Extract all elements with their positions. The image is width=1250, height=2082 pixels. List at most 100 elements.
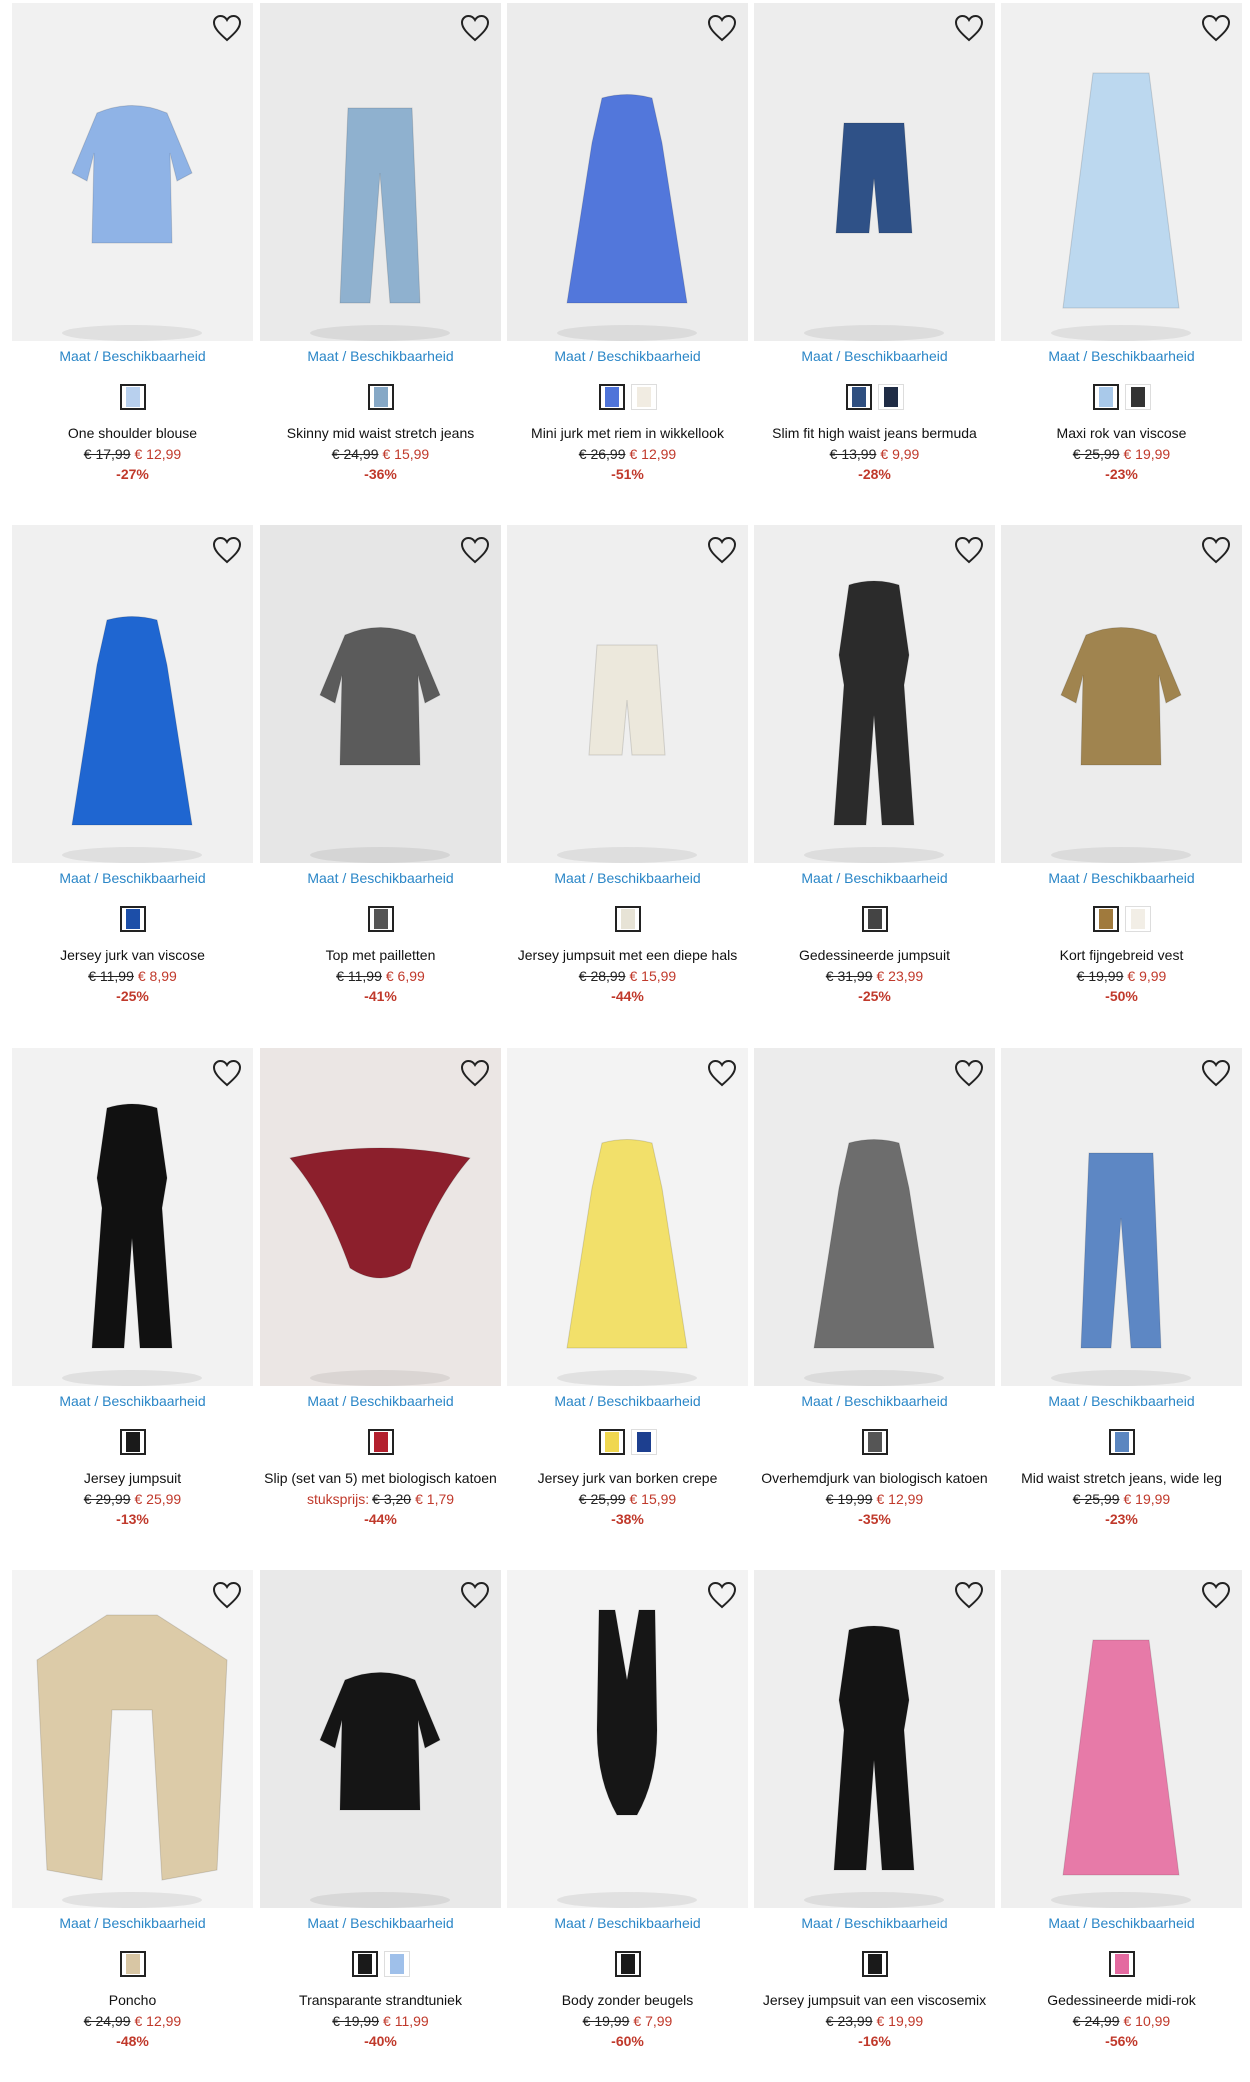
wishlist-heart-icon[interactable] [953, 13, 985, 43]
size-availability-link[interactable]: Maat / Beschikbaarheid [507, 1393, 748, 1409]
wishlist-heart-icon[interactable] [211, 535, 243, 565]
wishlist-heart-icon[interactable] [1200, 13, 1232, 43]
size-availability-link[interactable]: Maat / Beschikbaarheid [12, 348, 253, 364]
product-card[interactable]: Maat / Beschikbaarheid Maxi rok van visco… [1001, 3, 1242, 482]
product-name[interactable]: Top met pailletten [260, 947, 501, 963]
product-card[interactable]: Maat / Beschikbaarheid Slim fit high wais… [754, 3, 995, 482]
color-swatch[interactable] [351, 1951, 378, 1977]
color-swatch[interactable] [598, 1429, 625, 1455]
wishlist-heart-icon[interactable] [459, 1580, 491, 1610]
product-name[interactable]: Mini jurk met riem in wikkellook [507, 425, 748, 441]
color-swatch[interactable] [119, 384, 146, 410]
product-image[interactable] [507, 525, 748, 863]
color-swatch[interactable] [614, 1951, 641, 1977]
product-image[interactable] [260, 1570, 501, 1908]
product-name[interactable]: Kort fijngebreid vest [1001, 947, 1242, 963]
product-name[interactable]: Maxi rok van viscose [1001, 425, 1242, 441]
product-card[interactable]: Maat / Beschikbaarheid Body zonder beugel… [507, 1570, 748, 2049]
product-card[interactable]: Maat / Beschikbaarheid Gedessineerde jump… [754, 525, 995, 1004]
product-image[interactable] [12, 1048, 253, 1386]
product-image[interactable] [12, 3, 253, 341]
wishlist-heart-icon[interactable] [706, 1580, 738, 1610]
wishlist-heart-icon[interactable] [459, 13, 491, 43]
product-card[interactable]: Maat / Beschikbaarheid Jersey jurk van bo… [507, 1048, 748, 1527]
color-swatch[interactable] [630, 1429, 657, 1455]
product-name[interactable]: Mid waist stretch jeans, wide leg [1001, 1470, 1242, 1486]
size-availability-link[interactable]: Maat / Beschikbaarheid [1001, 870, 1242, 886]
wishlist-heart-icon[interactable] [459, 1058, 491, 1088]
product-name[interactable]: Jersey jurk van borken crepe [507, 1470, 748, 1486]
product-name[interactable]: Skinny mid waist stretch jeans [260, 425, 501, 441]
size-availability-link[interactable]: Maat / Beschikbaarheid [12, 1393, 253, 1409]
color-swatch[interactable] [367, 384, 394, 410]
color-swatch[interactable] [367, 906, 394, 932]
wishlist-heart-icon[interactable] [211, 13, 243, 43]
product-image[interactable] [1001, 3, 1242, 341]
size-availability-link[interactable]: Maat / Beschikbaarheid [754, 870, 995, 886]
size-availability-link[interactable]: Maat / Beschikbaarheid [754, 348, 995, 364]
size-availability-link[interactable]: Maat / Beschikbaarheid [1001, 1915, 1242, 1931]
product-card[interactable]: Maat / Beschikbaarheid One shoulder blous… [12, 3, 253, 482]
product-image[interactable] [754, 1048, 995, 1386]
color-swatch[interactable] [845, 384, 872, 410]
size-availability-link[interactable]: Maat / Beschikbaarheid [260, 348, 501, 364]
product-name[interactable]: Overhemdjurk van biologisch katoen [754, 1470, 995, 1486]
wishlist-heart-icon[interactable] [1200, 535, 1232, 565]
product-card[interactable]: Maat / Beschikbaarheid Gedessineerde midi… [1001, 1570, 1242, 2049]
wishlist-heart-icon[interactable] [211, 1580, 243, 1610]
size-availability-link[interactable]: Maat / Beschikbaarheid [507, 1915, 748, 1931]
color-swatch[interactable] [877, 384, 904, 410]
product-image[interactable] [754, 525, 995, 863]
color-swatch[interactable] [1108, 1951, 1135, 1977]
color-swatch[interactable] [861, 906, 888, 932]
color-swatch[interactable] [119, 906, 146, 932]
product-name[interactable]: One shoulder blouse [12, 425, 253, 441]
size-availability-link[interactable]: Maat / Beschikbaarheid [260, 1915, 501, 1931]
color-swatch[interactable] [598, 384, 625, 410]
product-image[interactable] [260, 3, 501, 341]
size-availability-link[interactable]: Maat / Beschikbaarheid [754, 1915, 995, 1931]
size-availability-link[interactable]: Maat / Beschikbaarheid [12, 870, 253, 886]
color-swatch[interactable] [383, 1951, 410, 1977]
wishlist-heart-icon[interactable] [706, 13, 738, 43]
wishlist-heart-icon[interactable] [953, 1580, 985, 1610]
size-availability-link[interactable]: Maat / Beschikbaarheid [260, 1393, 501, 1409]
product-image[interactable] [507, 3, 748, 341]
size-availability-link[interactable]: Maat / Beschikbaarheid [754, 1393, 995, 1409]
wishlist-heart-icon[interactable] [1200, 1058, 1232, 1088]
product-name[interactable]: Transparante strandtuniek [260, 1992, 501, 2008]
product-image[interactable] [1001, 1048, 1242, 1386]
color-swatch[interactable] [861, 1951, 888, 1977]
color-swatch[interactable] [119, 1951, 146, 1977]
product-image[interactable] [12, 525, 253, 863]
product-name[interactable]: Jersey jurk van viscose [12, 947, 253, 963]
product-card[interactable]: Maat / Beschikbaarheid Slip (set van 5) m… [260, 1048, 501, 1527]
product-name[interactable]: Slim fit high waist jeans bermuda [754, 425, 995, 441]
color-swatch[interactable] [1108, 1429, 1135, 1455]
product-card[interactable]: Maat / Beschikbaarheid Mid waist stretch … [1001, 1048, 1242, 1527]
color-swatch[interactable] [1092, 384, 1119, 410]
product-name[interactable]: Jersey jumpsuit met een diepe hals [507, 947, 748, 963]
product-name[interactable]: Jersey jumpsuit van een viscosemix [754, 1992, 995, 2008]
product-card[interactable]: Maat / Beschikbaarheid Top met pailletten… [260, 525, 501, 1004]
color-swatch[interactable] [1092, 906, 1119, 932]
product-name[interactable]: Poncho [12, 1992, 253, 2008]
product-name[interactable]: Slip (set van 5) met biologisch katoen [260, 1470, 501, 1486]
product-card[interactable]: Maat / Beschikbaarheid Poncho € 24,99 € 12,… [12, 1570, 253, 2049]
color-swatch[interactable] [1124, 906, 1151, 932]
product-name[interactable]: Jersey jumpsuit [12, 1470, 253, 1486]
color-swatch[interactable] [1124, 384, 1151, 410]
product-image[interactable] [1001, 1570, 1242, 1908]
wishlist-heart-icon[interactable] [706, 535, 738, 565]
product-card[interactable]: Maat / Beschikbaarheid Jersey jumpsuit va… [754, 1570, 995, 2049]
size-availability-link[interactable]: Maat / Beschikbaarheid [1001, 1393, 1242, 1409]
product-card[interactable]: Maat / Beschikbaarheid Jersey jumpsuit me… [507, 525, 748, 1004]
product-name[interactable]: Body zonder beugels [507, 1992, 748, 2008]
wishlist-heart-icon[interactable] [953, 535, 985, 565]
product-image[interactable] [754, 1570, 995, 1908]
product-card[interactable]: Maat / Beschikbaarheid Jersey jurk van vi… [12, 525, 253, 1004]
product-card[interactable]: Maat / Beschikbaarheid Overhemdjurk van b… [754, 1048, 995, 1527]
product-image[interactable] [754, 3, 995, 341]
product-card[interactable]: Maat / Beschikbaarheid Skinny mid waist s… [260, 3, 501, 482]
color-swatch[interactable] [367, 1429, 394, 1455]
